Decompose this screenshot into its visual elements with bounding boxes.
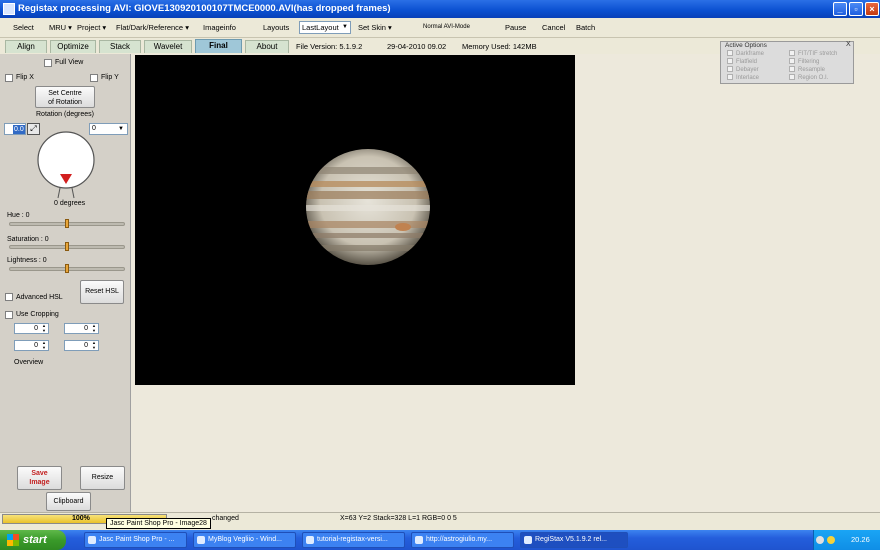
taskbar-tooltip: Jasc Paint Shop Pro - Image28 (106, 518, 211, 529)
lightness-label: Lightness : 0 (7, 257, 47, 264)
registax-icon (524, 536, 532, 544)
avi-mode-button[interactable]: Normal AVI-Mode (423, 24, 470, 30)
image-canvas[interactable] (135, 55, 575, 385)
task-tutorial-registax[interactable]: tutorial-registax-versi... (302, 532, 405, 548)
flip-y-checkbox[interactable] (90, 74, 98, 82)
crop-right-spinner[interactable]: 0 ▲ ▼ (64, 340, 99, 351)
spinner-arrows-icon: ▲ ▼ (92, 340, 96, 350)
batch-button[interactable]: Batch (576, 23, 595, 32)
option-resample: Resample (789, 66, 825, 73)
layout-select[interactable]: LastLayout ▼ (299, 21, 351, 34)
network-icon[interactable] (816, 536, 824, 544)
task-myblog[interactable]: MyBlog Vegliio - Wind... (193, 532, 296, 548)
progress-text: 100% (72, 515, 90, 522)
clock: 20.26 (851, 535, 870, 544)
task-registax[interactable]: RegiStax V5.1.9.2 rel... (520, 532, 628, 548)
task-paint-shop-pro[interactable]: Jasc Paint Shop Pro - ... (84, 532, 187, 548)
menu-select[interactable]: Select (13, 23, 34, 32)
active-options-panel: Active Options X Darkframe Flatfield Deb… (720, 41, 854, 84)
option-debayer: Debayer (727, 66, 759, 73)
menu-mru[interactable]: MRU ▾ (49, 23, 72, 32)
cursor-readout: X=63 Y=2 Stack=328 L=1 RGB=0 0 5 (340, 515, 457, 522)
hue-slider-thumb[interactable] (65, 219, 69, 228)
flip-y-label: Flip Y (101, 74, 119, 81)
status-message: changed (212, 515, 239, 522)
overview-label[interactable]: Overview (14, 359, 43, 366)
option-flatfield: Flatfield (727, 58, 757, 65)
chevron-down-icon: ▼ (118, 126, 124, 132)
chevron-down-icon: ▼ (342, 24, 348, 30)
cancel-button[interactable]: Cancel (542, 23, 565, 32)
file-version: File Version: 5.1.9.2 (296, 42, 363, 51)
full-view-label: Full View (55, 59, 84, 66)
date-time: 29-04-2010 09.02 (387, 42, 447, 51)
tab-about[interactable]: About (245, 40, 289, 53)
start-button[interactable]: start (0, 530, 66, 550)
window-title: Registax processing AVI: GIOVE1309201001… (18, 3, 391, 14)
advanced-hsl-label: Advanced HSL (16, 294, 63, 301)
tab-align[interactable]: Align (5, 40, 47, 53)
full-view-checkbox[interactable] (44, 59, 52, 67)
menu-imageinfo[interactable]: Imageinfo (203, 23, 236, 32)
spinner-arrows-icon: ▲ ▼ (92, 323, 96, 333)
degrees-text: 0 degrees (54, 200, 86, 207)
layouts-label: Layouts (263, 23, 290, 32)
option-interlace: Interlace (727, 74, 759, 81)
flip-x-checkbox[interactable] (5, 74, 13, 82)
crop-top-spinner[interactable]: 0 ▲ ▼ (14, 323, 49, 334)
set-centre-of-rotation-button[interactable]: Set Centre of Rotation (35, 86, 95, 108)
use-cropping-checkbox[interactable] (5, 311, 13, 319)
saturation-slider-thumb[interactable] (65, 242, 69, 251)
lightness-slider-thumb[interactable] (65, 264, 69, 273)
option-region-oi: Region O.I. (789, 74, 828, 81)
app-icon (3, 3, 15, 15)
browser-icon (306, 536, 314, 544)
advanced-hsl-checkbox[interactable] (5, 293, 13, 301)
option-darkframe: Darkframe (727, 50, 764, 57)
rotation-dial[interactable] (30, 124, 102, 202)
tab-final[interactable]: Final (195, 39, 242, 53)
close-icon[interactable]: × (865, 2, 879, 16)
crop-bottom-spinner[interactable]: 0 ▲ ▼ (14, 340, 49, 351)
menu-bar: Select MRU ▾ Project ▾ Flat/Dark/Referen… (0, 18, 880, 38)
active-options-title: Active Options (725, 42, 767, 49)
rotation-label: Rotation (degrees) (36, 111, 94, 118)
reset-hsl-button[interactable]: Reset HSL (80, 280, 124, 304)
maximize-icon[interactable]: ▫ (849, 2, 863, 16)
option-filtering: Filtering (789, 58, 819, 65)
hue-label: Hue : 0 (7, 212, 30, 219)
resize-button[interactable]: Resize (80, 466, 125, 490)
jupiter-image (306, 149, 430, 265)
browser-icon (197, 536, 205, 544)
saturation-label: Saturation : 0 (7, 236, 49, 243)
task-astrogiulio[interactable]: http://astrogiulio.my... (411, 532, 514, 548)
menu-flat-dark-reference[interactable]: Flat/Dark/Reference ▾ (116, 23, 189, 32)
windows-logo-icon (7, 534, 19, 546)
menu-set-skin[interactable]: Set Skin ▾ (358, 23, 392, 32)
browser-icon (415, 536, 423, 544)
pause-button[interactable]: Pause (505, 23, 526, 32)
menu-project[interactable]: Project ▾ (77, 23, 106, 32)
memory-used: Memory Used: 142MB (462, 42, 537, 51)
tab-wavelet[interactable]: Wavelet (144, 40, 192, 53)
flip-x-label: Flip X (16, 74, 34, 81)
rotation-input[interactable]: 0.0 (4, 123, 26, 135)
active-options-close[interactable]: X (846, 41, 851, 48)
paint-shop-pro-icon (88, 536, 96, 544)
tab-optimize[interactable]: Optimize (50, 40, 96, 53)
title-bar: Registax processing AVI: GIOVE1309201001… (0, 0, 880, 18)
volume-icon[interactable] (827, 536, 835, 544)
save-image-button[interactable]: Save Image (17, 466, 62, 490)
use-cropping-label: Use Cropping (16, 311, 59, 318)
final-settings-panel: Full View Flip X Flip Y Set Centre of Ro… (0, 54, 131, 512)
option-fit-tif-stretch: FIT/TIF stretch (789, 50, 837, 57)
minimize-icon[interactable]: _ (833, 2, 847, 16)
crop-left-spinner[interactable]: 0 ▲ ▼ (64, 323, 99, 334)
tab-stack[interactable]: Stack (99, 40, 141, 53)
spinner-arrows-icon: ▲ ▼ (42, 323, 46, 333)
clipboard-button[interactable]: Clipboard (46, 492, 91, 511)
spinner-arrows-icon: ▲ ▼ (42, 340, 46, 350)
